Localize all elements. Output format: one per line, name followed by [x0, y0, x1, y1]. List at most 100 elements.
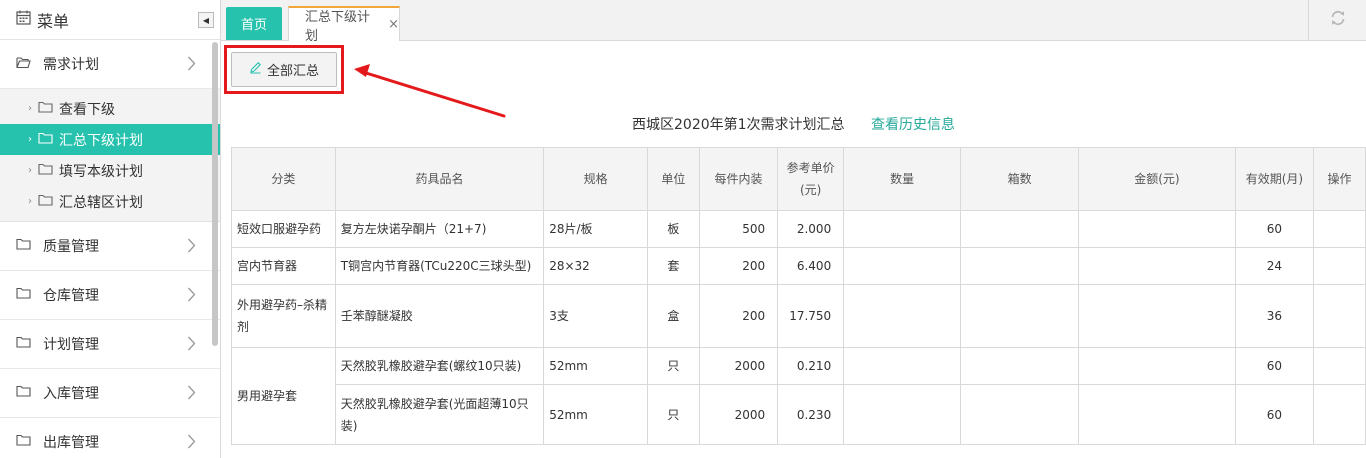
chevron-right-icon: ›: [28, 134, 32, 145]
summary-table: 分类 药具品名 规格 单位 每件内装 参考单价(元) 数量 箱数 金额(元) 有…: [231, 147, 1366, 445]
tab-summarize-subordinate-plans[interactable]: 汇总下级计划 ×: [288, 6, 400, 44]
cell-boxes: [960, 210, 1080, 248]
cell-amount: [1078, 347, 1236, 385]
cell-quantity[interactable]: [843, 384, 962, 445]
cell-action: [1313, 247, 1366, 285]
menu-group-label: 需求计划: [43, 57, 99, 73]
pencil-icon: [249, 61, 267, 78]
cell-validity: 60: [1234, 347, 1315, 385]
cell-validity: 60: [1234, 210, 1315, 248]
folder-icon: [38, 132, 53, 148]
chevron-right-icon: ›: [28, 165, 32, 176]
history-link[interactable]: 查看历史信息: [871, 117, 955, 133]
folder-icon: [16, 385, 31, 401]
sidebar-title: 菜单: [37, 11, 70, 31]
sidebar-scrollbar[interactable]: [212, 42, 218, 346]
folder-icon: [16, 238, 31, 254]
demand-plan-submenu: › 查看下级 › 汇总下级计划 › 填写本级计划 › 汇总辖区计划: [0, 89, 220, 222]
submenu-item-label: 填写本级计划: [59, 163, 143, 180]
cell-unit: 只: [646, 347, 700, 385]
menu-group-label: 仓库管理: [43, 288, 99, 304]
cell-name: T铜宫内节育器(TCu220C三球头型): [334, 247, 545, 285]
summarize-all-label: 全部汇总: [266, 64, 319, 79]
cell-spec: 3支: [543, 284, 648, 348]
submenu-item-summarize-district-plans[interactable]: › 汇总辖区计划: [0, 186, 220, 217]
cell-price: 17.750: [777, 284, 845, 348]
cell-per-pack: 200: [698, 284, 779, 348]
column-header: 每件内装: [698, 147, 779, 211]
submenu-item-fill-own-plan[interactable]: › 填写本级计划: [0, 155, 220, 186]
cell-quantity[interactable]: [843, 284, 962, 348]
cell-spec: 28片/板: [543, 210, 648, 248]
report-title-row: 西城区2020年第1次需求计划汇总 查看历史信息: [221, 114, 1366, 134]
cell-unit: 盒: [646, 284, 700, 348]
chevron-right-icon: [187, 385, 196, 404]
submenu-item-summarize-subordinate-plans[interactable]: › 汇总下级计划: [0, 124, 220, 155]
cell-per-pack: 200: [698, 247, 779, 285]
sidebar-menu: 需求计划 › 查看下级 › 汇总下级计划 › 填写本级计划 › 汇总辖区计划 质…: [0, 40, 220, 458]
cell-validity: 60: [1234, 384, 1315, 445]
menu-group-label: 入库管理: [43, 386, 99, 402]
cell-unit: 只: [646, 384, 700, 445]
table-row: 天然胶乳橡胶避孕套(光面超薄10只装) 52mm 只 2000 0.230 60: [232, 384, 1366, 445]
cell-category: 短效口服避孕药: [231, 210, 336, 248]
chevron-right-icon: [187, 238, 196, 257]
menu-group-quality[interactable]: 质量管理: [0, 222, 220, 271]
folder-icon: [16, 434, 31, 450]
cell-spec: 28×32: [543, 247, 648, 285]
submenu-item-label: 查看下级: [59, 101, 115, 118]
menu-group-label: 计划管理: [43, 337, 99, 353]
tab-home[interactable]: 首页: [226, 7, 282, 40]
cell-boxes: [960, 284, 1080, 348]
cell-name: 壬苯醇醚凝胶: [334, 284, 545, 348]
column-header: 参考单价(元): [777, 147, 845, 211]
column-header: 药具品名: [334, 147, 545, 211]
folder-icon: [38, 101, 53, 117]
table-row: 短效口服避孕药 复方左炔诺孕酮片（21+7) 28片/板 板 500 2.000…: [231, 210, 1366, 248]
summarize-all-button[interactable]: 全部汇总: [231, 52, 337, 87]
cell-price: 6.400: [777, 247, 845, 285]
menu-group-demand-plan[interactable]: 需求计划: [0, 40, 220, 89]
submenu-item-view-subordinates[interactable]: › 查看下级: [0, 93, 220, 124]
cell-action: [1313, 347, 1366, 385]
tab-bar: 首页 汇总下级计划 ×: [221, 0, 1366, 44]
sidebar: 菜单 ◀ 需求计划 › 查看下级 › 汇总下级计划 › 填写本级计划 › 汇总辖…: [0, 0, 221, 458]
cell-quantity[interactable]: [843, 347, 962, 385]
menu-group-warehouse[interactable]: 仓库管理: [0, 271, 220, 320]
column-header: 箱数: [960, 147, 1080, 211]
close-icon[interactable]: ×: [388, 17, 399, 32]
cell-per-pack: 2000: [698, 384, 779, 445]
cell-spec: 52mm: [543, 347, 648, 385]
menu-group-inbound[interactable]: 入库管理: [0, 369, 220, 418]
menu-group-outbound[interactable]: 出库管理: [0, 418, 220, 458]
sidebar-header: 菜单 ◀: [0, 0, 220, 40]
table-row: 宫内节育器 T铜宫内节育器(TCu220C三球头型) 28×32 套 200 6…: [231, 247, 1366, 285]
cell-category: 宫内节育器: [231, 247, 336, 285]
menu-group-label: 出库管理: [43, 435, 99, 451]
table-row: 男用避孕套 天然胶乳橡胶避孕套(螺纹10只装) 52mm 只 2000 0.21…: [231, 347, 1366, 445]
cell-quantity[interactable]: [843, 210, 962, 248]
column-header: 操作: [1313, 147, 1366, 211]
report-title: 西城区2020年第1次需求计划汇总: [632, 117, 845, 133]
table-row: 外用避孕药–杀精剂 壬苯醇醚凝胶 3支 盒 200 17.750 36: [231, 284, 1366, 348]
cell-per-pack: 500: [698, 210, 779, 248]
chevron-right-icon: ›: [28, 103, 32, 114]
column-header: 规格: [543, 147, 648, 211]
cell-quantity[interactable]: [843, 247, 962, 285]
column-header: 数量: [843, 147, 962, 211]
column-header: 单位: [646, 147, 700, 211]
submenu-item-label: 汇总辖区计划: [59, 194, 143, 211]
refresh-button[interactable]: [1308, 0, 1366, 40]
collapse-sidebar-button[interactable]: ◀: [198, 12, 214, 28]
triangle-left-icon: ◀: [202, 15, 210, 25]
chevron-right-icon: [187, 56, 196, 75]
refresh-icon: [1330, 10, 1346, 30]
calendar-icon: [16, 10, 31, 29]
cell-price: 2.000: [777, 210, 845, 248]
cell-category: 外用避孕药–杀精剂: [231, 284, 336, 348]
cell-per-pack: 2000: [698, 347, 779, 385]
chevron-right-icon: ›: [28, 196, 32, 207]
menu-group-plan-management[interactable]: 计划管理: [0, 320, 220, 369]
cell-category: 男用避孕套: [231, 347, 336, 445]
cell-unit: 板: [646, 210, 700, 248]
